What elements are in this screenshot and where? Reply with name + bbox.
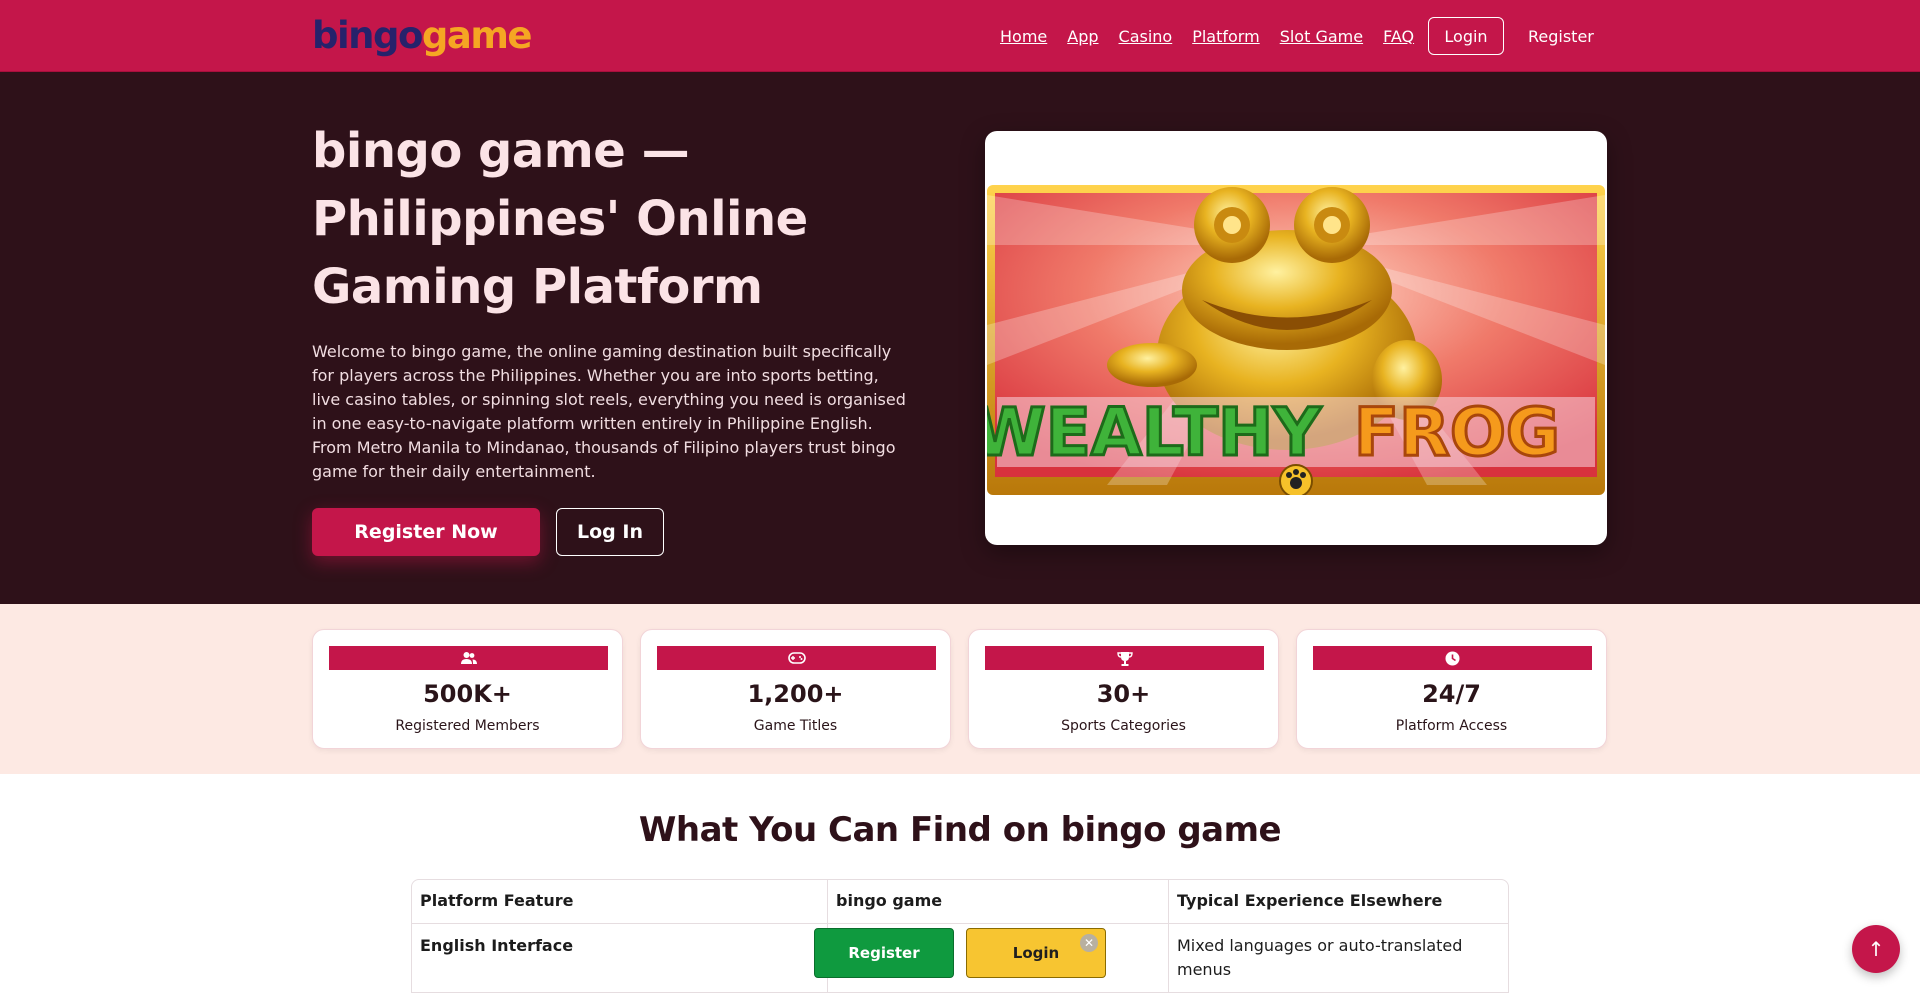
table-header-cell: bingo game [828, 880, 1169, 924]
stat-bar [985, 646, 1264, 670]
stat-bar [657, 646, 936, 670]
svg-text:WEALTHY: WEALTHY [987, 394, 1322, 471]
trophy-icon [1116, 651, 1133, 666]
site-logo[interactable]: bingogame [312, 14, 533, 58]
users-icon [460, 652, 477, 664]
nav-register-link[interactable]: Register [1528, 17, 1594, 55]
section-title: What You Can Find on bingo game [638, 810, 1282, 850]
scroll-to-top-button[interactable]: ↑ [1852, 925, 1900, 973]
nav-link-app[interactable]: App [1067, 27, 1098, 46]
stat-card-sports: 30+ Sports Categories [968, 629, 1279, 749]
hero-image-card: WEALTHY FROG [985, 131, 1607, 545]
table-header-row: Platform Feature bingo game Typical Expe… [412, 880, 1508, 924]
hero-login-button[interactable]: Log In [556, 508, 664, 556]
nav-link-faq[interactable]: FAQ [1383, 27, 1414, 46]
stat-value: 30+ [1096, 680, 1151, 708]
hero-title: bingo game — Philippines' Online Gaming … [312, 123, 808, 315]
stat-value: 24/7 [1422, 680, 1481, 708]
arrow-up-icon: ↑ [1867, 937, 1885, 961]
stats-section: 500K+ Registered Members 1,200+ Game Tit… [0, 604, 1920, 774]
nav-login-button[interactable]: Login [1428, 17, 1504, 55]
table-header-cell: Typical Experience Elsewhere [1169, 880, 1508, 924]
stat-value: 500K+ [423, 680, 512, 708]
close-icon[interactable]: ✕ [1080, 934, 1098, 952]
stat-card-games: 1,200+ Game Titles [640, 629, 951, 749]
top-navbar: bingogame Home App Casino Platform Slot … [0, 0, 1920, 72]
nav-links: Home App Casino Platform Slot Game FAQ [1000, 0, 1434, 72]
stat-label: Game Titles [753, 718, 838, 734]
nav-link-casino[interactable]: Casino [1119, 27, 1173, 46]
stat-card-access: 24/7 Platform Access [1296, 629, 1607, 749]
stat-label: Sports Categories [1061, 718, 1186, 734]
stat-label: Registered Members [395, 718, 540, 734]
stat-value: 1,200+ [747, 680, 844, 708]
stat-label: Platform Access [1395, 718, 1508, 734]
floating-register-button[interactable]: Register [814, 928, 954, 978]
nav-link-slot-game[interactable]: Slot Game [1280, 27, 1363, 46]
hero-description: Welcome to bingo game, the online gaming… [312, 342, 906, 481]
stat-bar [329, 646, 608, 670]
gamepad-icon [787, 652, 806, 664]
feature-comparison-table: Platform Feature bingo game Typical Expe… [411, 879, 1509, 993]
hero-section: bingo game — Philippines' Online Gaming … [0, 72, 1920, 604]
table-cell-feature: English Interface [412, 924, 828, 993]
stat-card-members: 500K+ Registered Members [312, 629, 623, 749]
nav-link-platform[interactable]: Platform [1192, 27, 1259, 46]
table-cell-elsewhere: Mixed languages or auto-translated menus [1169, 924, 1508, 993]
table-row: English Interface n… d no… Mixed languag… [412, 924, 1508, 993]
clock-icon [1445, 651, 1460, 665]
register-now-button[interactable]: Register Now [312, 508, 540, 556]
svg-text:FROG: FROG [1354, 394, 1560, 471]
wealthy-frog-banner: WEALTHY FROG [987, 185, 1605, 495]
table-header-cell: Platform Feature [412, 880, 828, 924]
stat-bar [1313, 646, 1592, 670]
nav-link-home[interactable]: Home [1000, 27, 1047, 46]
